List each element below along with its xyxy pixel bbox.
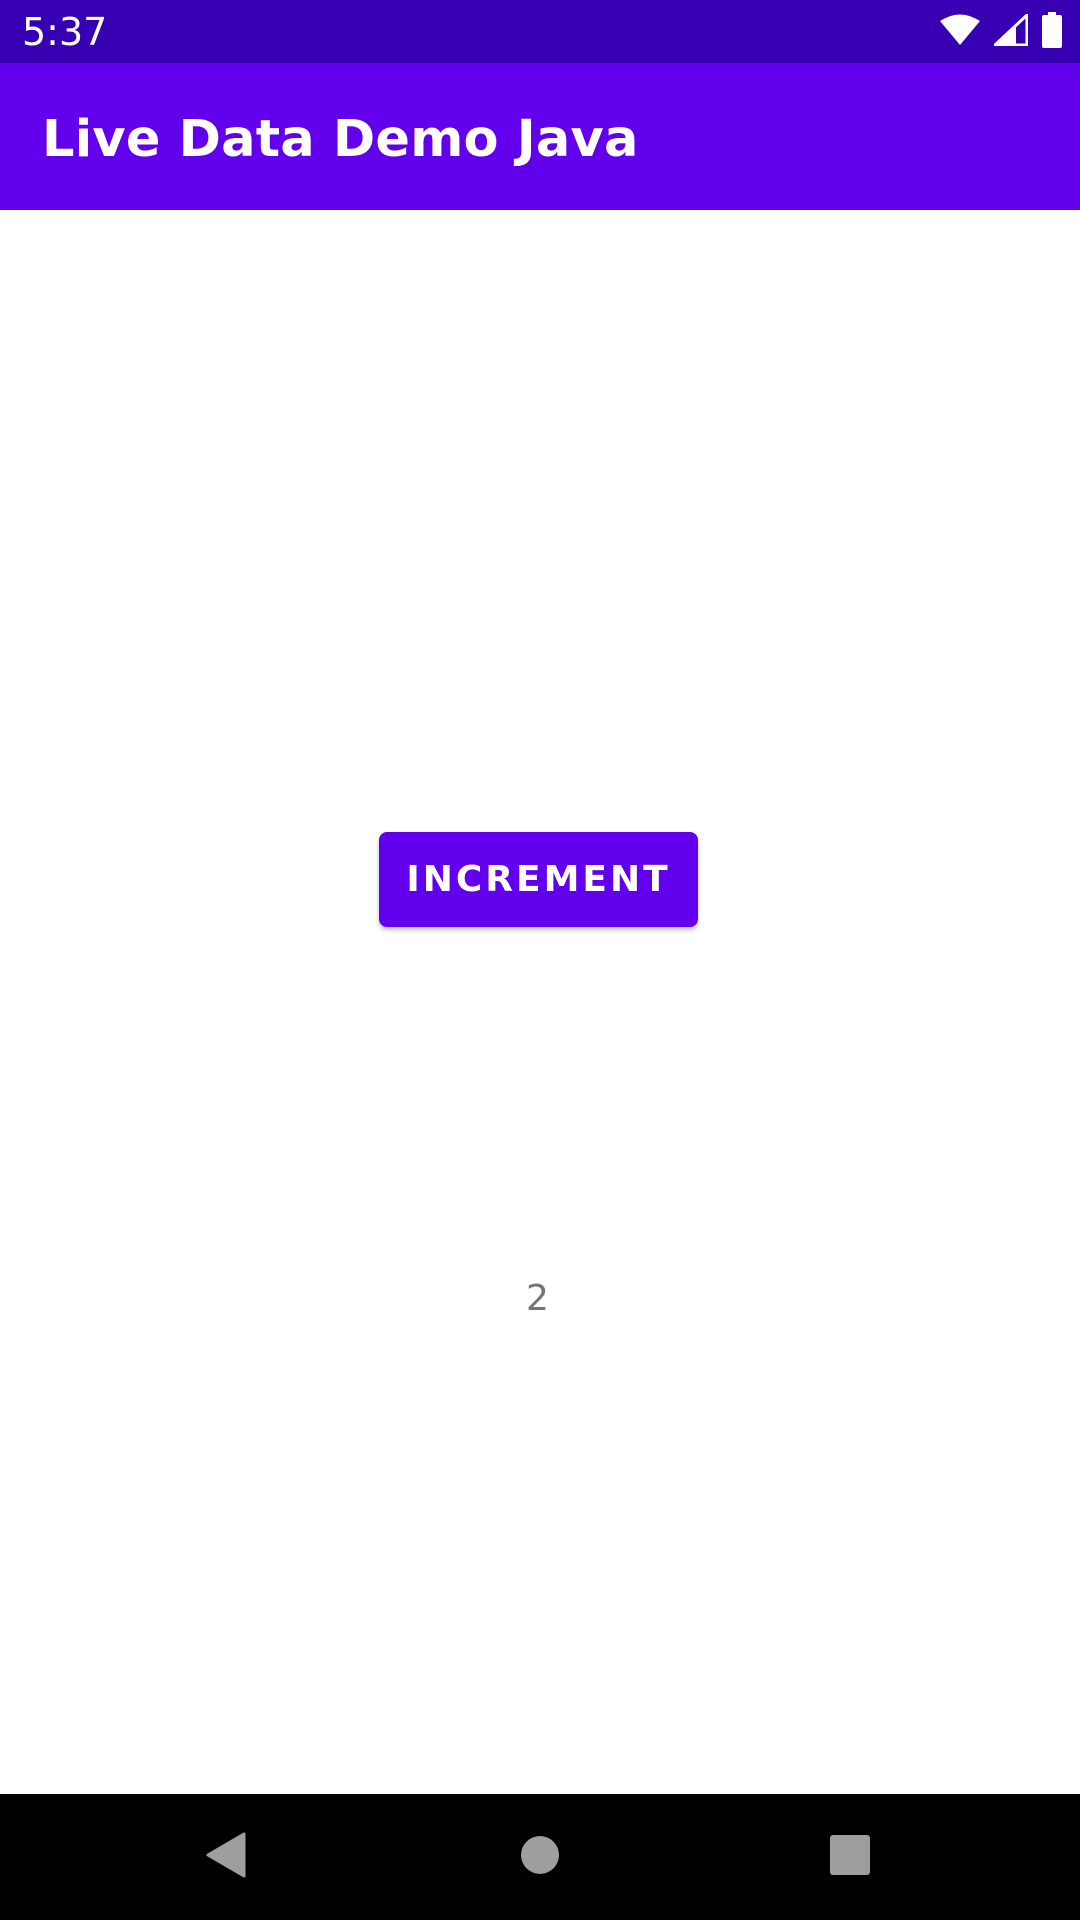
back-icon <box>204 1832 248 1883</box>
battery-icon <box>1042 11 1062 53</box>
wifi-icon <box>940 14 980 51</box>
increment-button[interactable]: INCREMENT <box>379 832 698 927</box>
app-title: Live Data Demo Java <box>42 110 639 169</box>
status-time: 5:37 <box>22 10 108 54</box>
signal-icon <box>991 11 1029 51</box>
recents-icon <box>830 1834 870 1880</box>
status-bar: 5:37 <box>0 0 1080 63</box>
app-bar: Live Data Demo Java <box>0 63 1080 210</box>
recents-button[interactable] <box>820 1827 880 1887</box>
status-icons <box>940 11 1062 53</box>
counter-value: 2 <box>526 1278 549 1319</box>
main-content: INCREMENT 2 <box>0 210 1080 1794</box>
navigation-bar <box>0 1794 1080 1920</box>
home-icon <box>520 1835 560 1880</box>
home-button[interactable] <box>510 1827 570 1887</box>
back-button[interactable] <box>196 1827 256 1887</box>
